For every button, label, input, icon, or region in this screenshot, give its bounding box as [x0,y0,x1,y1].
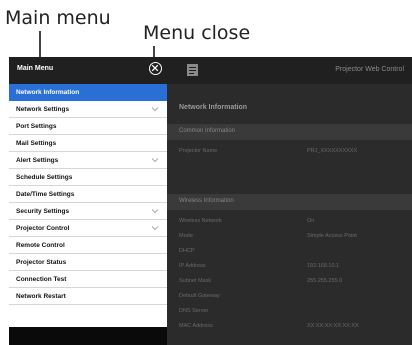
info-row-projector-name: Projector Name PRJ_XXXXXXXXXX [179,146,404,158]
sidebar-item-label: Date/Time Settings [16,191,75,198]
info-key: Mode [179,233,193,239]
sidebar-item-label: Security Settings [16,208,70,215]
info-key: DNS Server [179,308,209,314]
common-information-header: Common Information [167,124,412,140]
network-information-panel: Network Information Common Information P… [167,84,412,345]
sidebar-item-connection-test[interactable]: Connection Test [9,271,167,288]
info-row-ip-address: IP Address 192.168.10.1 [179,261,404,273]
chevron-down-icon [151,209,159,214]
sidebar-item-label: Projector Status [16,259,67,266]
info-key: Default Gateway [179,293,220,299]
sidebar-item-mail-settings[interactable]: Mail Settings [9,135,167,152]
sidebar-bottom-area [9,327,167,345]
sidebar-item-label: Network Restart [16,293,66,300]
section-header-label: Wireless Information [179,198,234,204]
main-menu-sidebar: Network Information Network Settings Por… [9,84,167,345]
sidebar-item-network-restart[interactable]: Network Restart [9,288,167,305]
info-key: Wireless Network [179,218,222,224]
info-key: DHCP [179,248,195,254]
chevron-down-icon [151,158,159,163]
wireless-information-header: Wireless Information [167,194,412,210]
info-value: Simple Access Point [307,233,357,239]
sidebar-item-label: Connection Test [16,276,67,283]
sidebar-item-projector-control[interactable]: Projector Control [9,220,167,237]
info-value: 255.255.255.0 [307,278,343,284]
sidebar-item-remote-control[interactable]: Remote Control [9,237,167,254]
sidebar-item-label: Port Settings [16,123,57,130]
sidebar-item-alert-settings[interactable]: Alert Settings [9,152,167,169]
info-value: PRJ_XXXXXXXXXX [307,148,358,154]
sidebar-item-label: Remote Control [16,242,65,249]
info-key: MAC Address [179,323,213,329]
info-key: Subnet Mask [179,278,212,284]
sidebar-item-label: Projector Control [16,225,70,232]
document-icon [187,64,198,76]
sidebar-item-label: Network Information [16,89,80,96]
app-title: Projector Web Control [335,66,404,73]
close-icon [151,64,159,72]
info-row-dhcp: DHCP [179,246,404,258]
sidebar-item-label: Alert Settings [16,157,59,164]
info-row-default-gateway: Default Gateway [179,291,404,303]
top-bar: Main Menu Projector Web Control [9,57,412,84]
sidebar-item-label: Mail Settings [16,140,57,147]
chevron-down-icon [151,107,159,112]
menu-close-callout: Menu close [143,22,251,44]
sidebar-item-network-information[interactable]: Network Information [9,84,167,101]
sidebar-item-network-settings[interactable]: Network Settings [9,101,167,118]
sidebar-item-label: Network Settings [16,106,70,113]
info-row-mac-address: MAC Address XX:XX:XX:XX:XX:XX [179,321,404,333]
sidebar-item-schedule-settings[interactable]: Schedule Settings [9,169,167,186]
page-title: Network Information [179,104,248,111]
main-menu-callout: Main menu [5,7,111,29]
info-row-subnet-mask: Subnet Mask 255.255.255.0 [179,276,404,288]
info-row-mode: Mode Simple Access Point [179,231,404,243]
info-key: IP Address [179,263,206,269]
sidebar-item-port-settings[interactable]: Port Settings [9,118,167,135]
info-value: XX:XX:XX:XX:XX:XX [307,323,359,329]
sidebar-item-label: Schedule Settings [16,174,73,181]
info-key: Projector Name [179,148,218,154]
info-row-wireless-network: Wireless Network On [179,216,404,228]
section-header-label: Common Information [179,128,236,134]
sidebar-item-datetime-settings[interactable]: Date/Time Settings [9,186,167,203]
sidebar-item-projector-status[interactable]: Projector Status [9,254,167,271]
info-value: 192.168.10.1 [307,263,340,269]
info-value: On [307,218,315,224]
main-menu-title: Main Menu [17,65,54,72]
chevron-down-icon [151,226,159,231]
sidebar-item-security-settings[interactable]: Security Settings [9,203,167,220]
projector-web-control-screen: Main Menu Projector Web Control Network … [9,57,412,345]
menu-close-button[interactable] [149,62,162,75]
info-row-dns-server: DNS Server [179,306,404,318]
